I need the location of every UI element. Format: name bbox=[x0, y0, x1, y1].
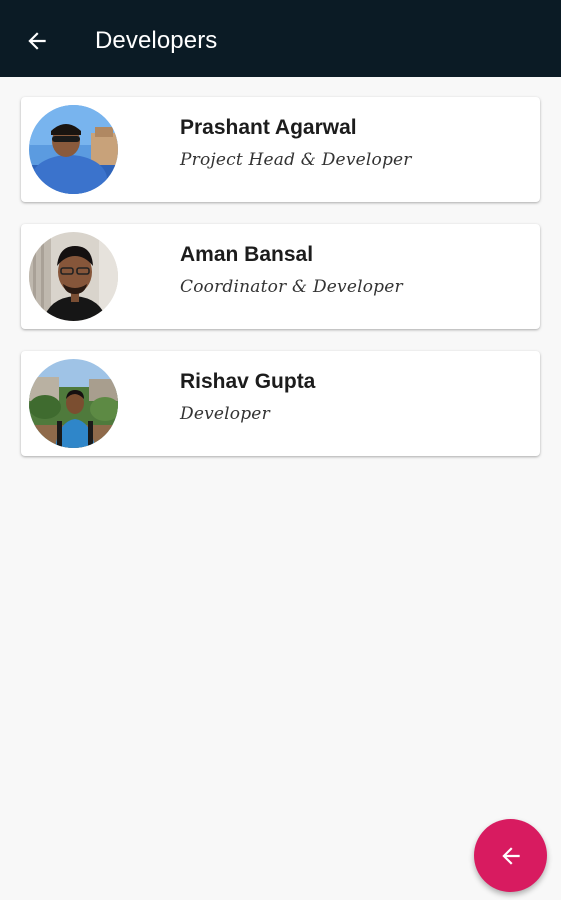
avatar bbox=[29, 359, 118, 448]
avatar bbox=[29, 105, 118, 194]
back-button[interactable] bbox=[18, 22, 56, 60]
developer-card[interactable]: Prashant Agarwal Project Head & Develope… bbox=[21, 97, 540, 202]
developer-card[interactable]: Aman Bansal Coordinator & Developer bbox=[21, 224, 540, 329]
arrow-back-icon bbox=[501, 846, 520, 865]
developer-name: Aman Bansal bbox=[180, 243, 314, 266]
avatar bbox=[29, 232, 118, 321]
back-fab-button[interactable] bbox=[474, 819, 547, 892]
developer-name: Prashant Agarwal bbox=[180, 116, 357, 139]
developer-role: Project Head & Developer bbox=[180, 150, 412, 170]
developer-role: Developer bbox=[180, 404, 270, 424]
arrow-back-icon bbox=[28, 32, 46, 50]
page-title: Developers bbox=[95, 27, 218, 54]
developer-role: Coordinator & Developer bbox=[180, 277, 403, 297]
developer-name: Rishav Gupta bbox=[180, 370, 316, 393]
developer-card[interactable]: Rishav Gupta Developer bbox=[21, 351, 540, 456]
app-bar: Developers bbox=[0, 0, 561, 77]
